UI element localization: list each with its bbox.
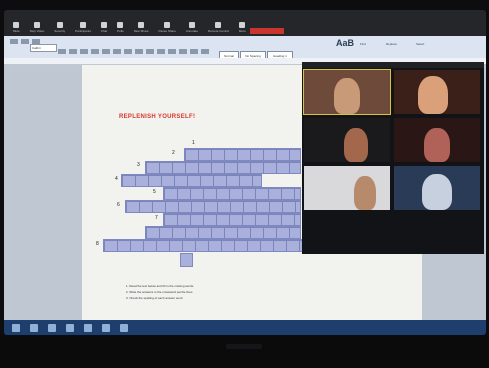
- participant-tile[interactable]: [394, 70, 480, 114]
- chat-icon: [101, 22, 107, 28]
- italic-icon[interactable]: [69, 49, 77, 54]
- crossword-row-2: [145, 161, 301, 174]
- people-icon: [79, 22, 86, 28]
- participant-tile[interactable]: [304, 118, 390, 162]
- select-button[interactable]: Select: [416, 42, 424, 46]
- participant-figure: [422, 174, 452, 210]
- participant-tile[interactable]: [394, 118, 480, 162]
- participants-button[interactable]: Participants: [75, 22, 91, 33]
- clue-line: 1. Read the text below and fill in the m…: [126, 284, 194, 288]
- clue-number: 6: [117, 202, 120, 208]
- shading-icon[interactable]: [157, 49, 165, 54]
- bullets-icon[interactable]: [179, 49, 187, 54]
- microphone-icon: [13, 22, 20, 28]
- crossword-row-5: [125, 200, 301, 213]
- line-spacing-icon[interactable]: [146, 49, 154, 54]
- participant-figure: [418, 76, 448, 114]
- indent-icon[interactable]: [201, 49, 209, 54]
- pause-share-button[interactable]: Pause Share: [159, 22, 176, 33]
- polls-button[interactable]: Polls: [117, 22, 124, 33]
- word-icon[interactable]: [102, 323, 110, 332]
- share-icon: [138, 22, 145, 28]
- ribbon-row-format: [58, 49, 209, 55]
- crossword-row-8: [103, 239, 313, 252]
- crossword-cell-bottom: [180, 253, 193, 267]
- clue-line: 2. Write the answers in the crossword pu…: [126, 290, 193, 294]
- paste-icon[interactable]: [10, 39, 18, 44]
- font-name-field[interactable]: Calibri: [30, 44, 57, 52]
- crossword-row-7: [145, 226, 301, 239]
- more-icon: [239, 22, 246, 28]
- participant-figure: [424, 128, 450, 162]
- crossword-row-6: [163, 213, 301, 226]
- video-background: [304, 166, 390, 210]
- clue-number: 8: [96, 241, 99, 247]
- task-view-icon[interactable]: [48, 323, 56, 332]
- clue-number: 4: [115, 176, 118, 182]
- clue-number: 7: [155, 215, 158, 221]
- crossword-row-3: [121, 174, 262, 187]
- file-explorer-icon[interactable]: [66, 323, 74, 332]
- crossword-row-1: [184, 148, 301, 161]
- bold-icon[interactable]: [58, 49, 66, 54]
- shield-icon: [56, 22, 63, 28]
- borders-icon[interactable]: [168, 49, 176, 54]
- participant-figure: [334, 78, 360, 114]
- remote-control-button[interactable]: Remote Control: [208, 22, 229, 33]
- participant-tile[interactable]: [304, 166, 390, 210]
- clue-number: 1: [192, 140, 195, 146]
- clue-number: 3: [137, 162, 140, 168]
- participant-tile[interactable]: [394, 166, 480, 210]
- monitor-screen: Mute Stop Video Security Participants Ch…: [4, 10, 486, 335]
- search-icon[interactable]: [30, 323, 38, 332]
- cut-icon[interactable]: [21, 39, 29, 44]
- mute-button[interactable]: Mute: [13, 22, 20, 33]
- more-button[interactable]: More: [239, 22, 246, 33]
- align-center-icon[interactable]: [113, 49, 121, 54]
- poll-icon: [117, 22, 124, 28]
- font-color-icon[interactable]: [91, 49, 99, 54]
- justify-icon[interactable]: [135, 49, 143, 54]
- start-icon[interactable]: [12, 323, 20, 332]
- participant-figure: [344, 128, 368, 162]
- monitor-stand: [226, 344, 262, 349]
- find-button[interactable]: Find: [360, 42, 366, 46]
- windows-taskbar: [4, 320, 486, 335]
- zoom-icon[interactable]: [120, 323, 128, 332]
- change-styles-button[interactable]: AaB: [336, 38, 354, 48]
- participant-tile[interactable]: [303, 69, 391, 115]
- crossword-row-4: [163, 187, 301, 200]
- numbering-icon[interactable]: [190, 49, 198, 54]
- zoom-toolbar: Mute Stop Video Security Participants Ch…: [4, 10, 486, 36]
- clue-number: 2: [172, 150, 175, 156]
- clue-number: 5: [153, 189, 156, 195]
- document-title: REPLENISH YOURSELF!: [119, 114, 196, 120]
- mouse-icon: [215, 22, 222, 28]
- camera-icon: [33, 22, 40, 28]
- annotate-button[interactable]: Annotate: [186, 22, 198, 33]
- pen-icon: [188, 22, 195, 28]
- stop-video-button[interactable]: Stop Video: [30, 22, 44, 33]
- align-left-icon[interactable]: [102, 49, 110, 54]
- replace-button[interactable]: Replace: [386, 42, 397, 46]
- pause-icon: [164, 22, 171, 28]
- security-button[interactable]: Security: [54, 22, 65, 33]
- new-share-button[interactable]: New Share: [134, 22, 149, 33]
- clue-line: 3. Check the spelling of each answer wor…: [126, 296, 183, 300]
- browser-icon[interactable]: [84, 323, 92, 332]
- share-status-badge: [250, 28, 284, 34]
- participant-figure: [354, 176, 376, 210]
- align-right-icon[interactable]: [124, 49, 132, 54]
- chat-button[interactable]: Chat: [101, 22, 107, 33]
- underline-icon[interactable]: [80, 49, 88, 54]
- monitor-bezel: [0, 335, 489, 368]
- zoom-gallery-view: [302, 68, 484, 254]
